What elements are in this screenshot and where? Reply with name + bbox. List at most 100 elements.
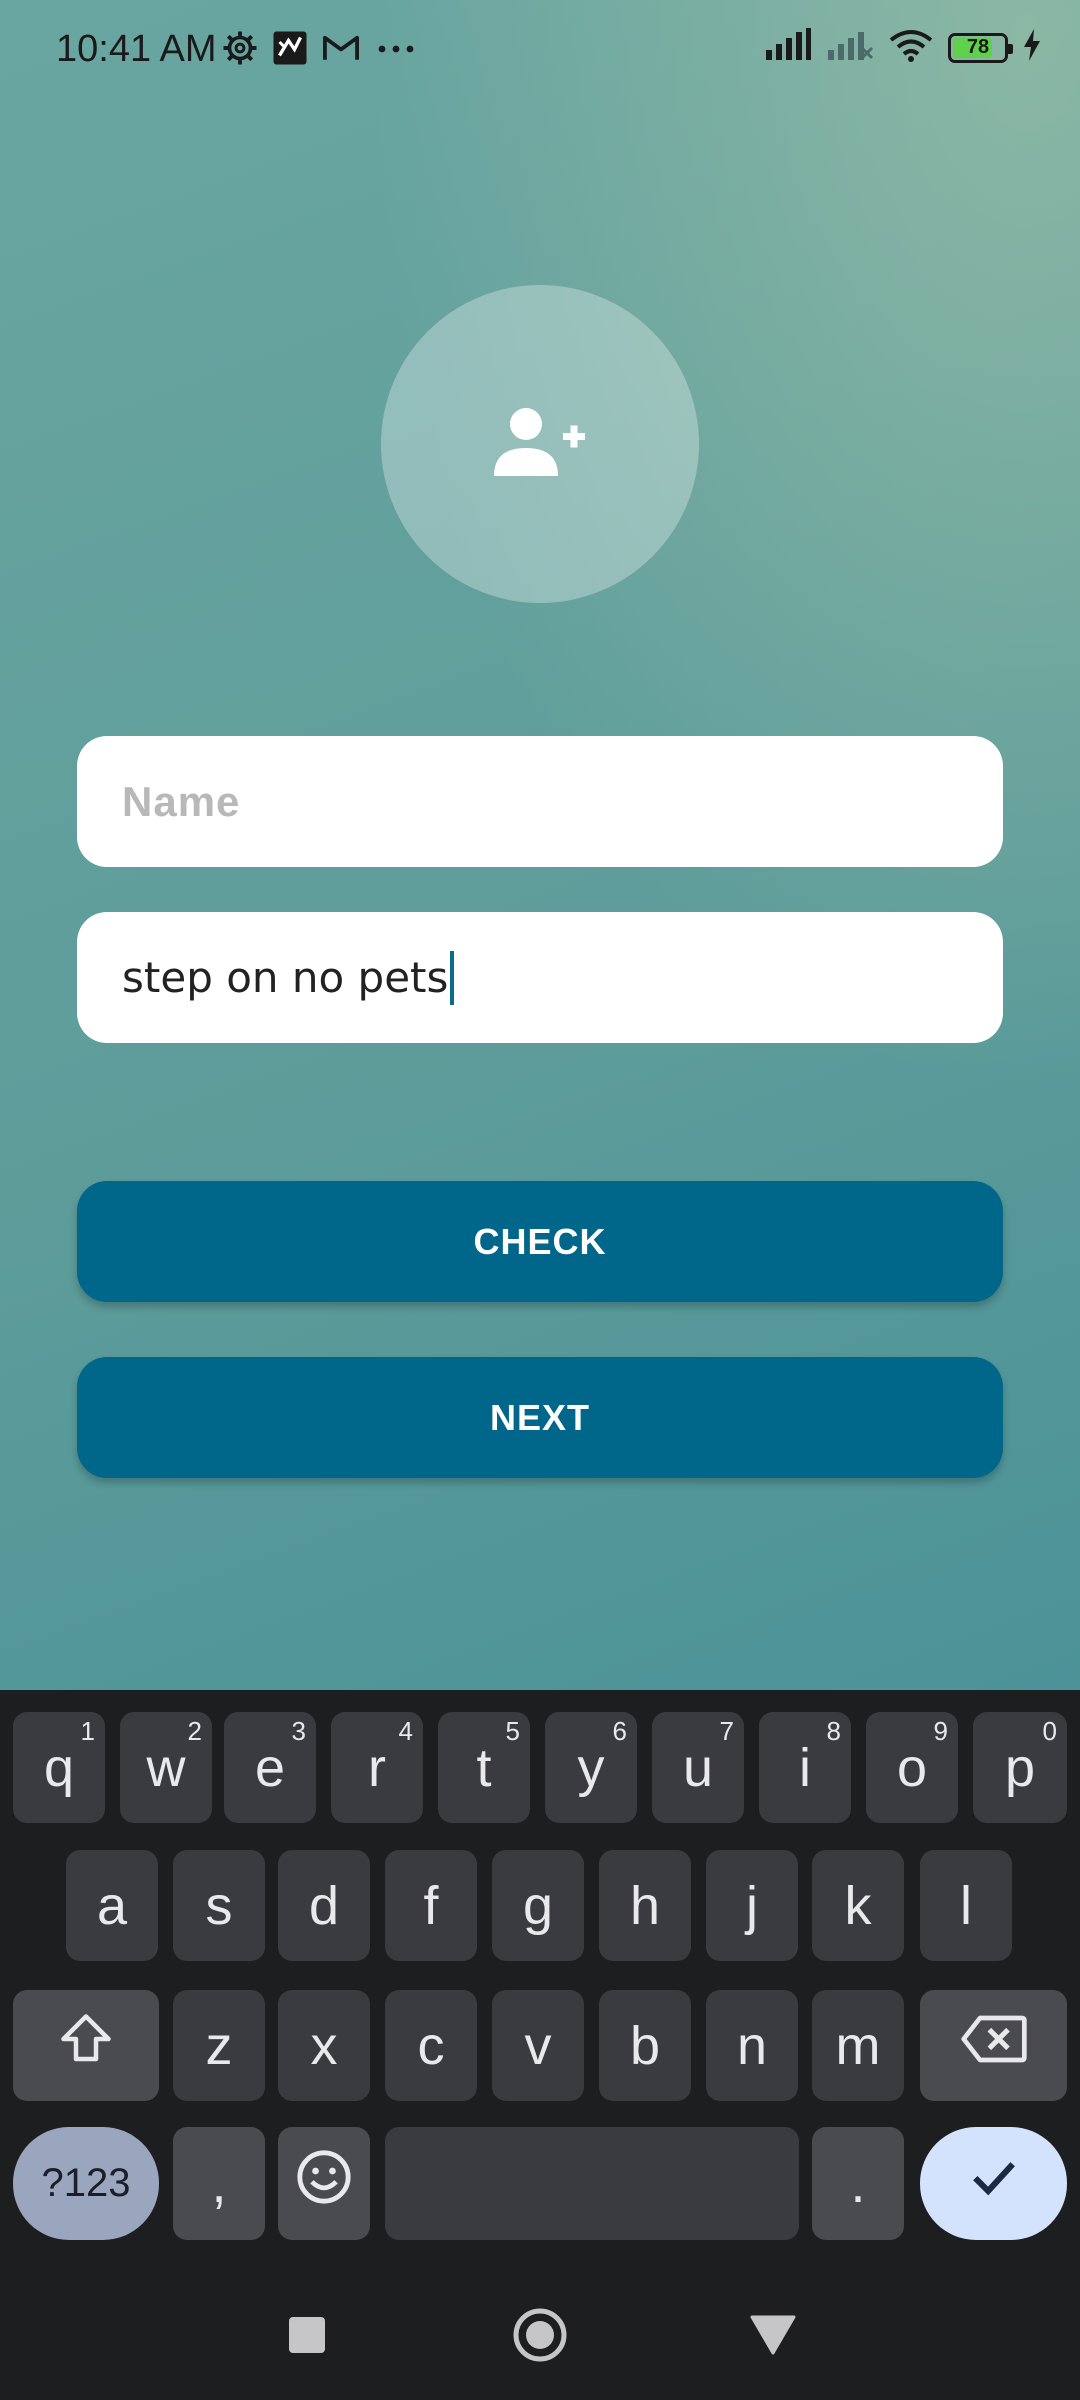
key-label: p [1004, 1737, 1036, 1798]
key-label: f [423, 1875, 439, 1936]
signal-icon [764, 28, 812, 67]
shift-key[interactable] [13, 1990, 159, 2101]
key-label: k [844, 1875, 872, 1936]
key-q[interactable]: q1 [13, 1712, 105, 1823]
key-s[interactable]: s [173, 1850, 265, 1961]
key-k[interactable]: k [812, 1850, 904, 1961]
key-hint: 3 [291, 1716, 306, 1746]
key-label: c [417, 2015, 445, 2076]
key-label: . [850, 2153, 866, 2214]
key-label: x [310, 2015, 338, 2076]
key-w[interactable]: w2 [120, 1712, 212, 1823]
key-v[interactable]: v [492, 1990, 584, 2101]
key-o[interactable]: o9 [866, 1712, 958, 1823]
key-label: b [629, 2015, 661, 2076]
add-person-icon [492, 406, 588, 483]
key-x[interactable]: x [278, 1990, 370, 2101]
key-label: v [524, 2015, 552, 2076]
key-label: i [799, 1737, 811, 1798]
key-n[interactable]: n [706, 1990, 798, 2101]
key-e[interactable]: e3 [224, 1712, 316, 1823]
app-notification-icon [272, 30, 308, 71]
key-label: l [960, 1875, 972, 1936]
name-placeholder: Name [122, 777, 241, 825]
key-hint: 6 [612, 1716, 627, 1746]
status-bar: 10:41 AM 78 [0, 0, 1080, 104]
key-g[interactable]: g [492, 1850, 584, 1961]
key-c[interactable]: c [385, 1990, 477, 2101]
key-label: e [254, 1737, 286, 1798]
key-m[interactable]: m [812, 1990, 904, 2101]
home-circle-icon[interactable] [511, 2306, 569, 2369]
key-r[interactable]: r4 [331, 1712, 423, 1823]
key-label: u [682, 1737, 714, 1798]
emoji-icon [295, 2148, 353, 2219]
space-key[interactable] [385, 2127, 799, 2240]
key-label: q [43, 1737, 75, 1798]
key-label: m [835, 2015, 881, 2076]
key-label: n [736, 2015, 768, 2076]
key-label: s [205, 1875, 233, 1936]
battery-level: 78 [966, 36, 990, 58]
status-time: 10:41 AM [56, 28, 217, 70]
signal-no-service-icon [826, 28, 874, 67]
key-u[interactable]: u7 [652, 1712, 744, 1823]
key-f[interactable]: f [385, 1850, 477, 1961]
key-label: d [308, 1875, 340, 1936]
status-icons-right: 78 [764, 28, 1042, 67]
key-hint: 7 [719, 1716, 734, 1746]
next-button[interactable]: NEXT [77, 1357, 1003, 1478]
text-cursor [450, 950, 455, 1005]
key-label: g [522, 1875, 554, 1936]
key-label: ?123 [41, 2161, 131, 2205]
symbols-key[interactable]: ?123 [13, 2127, 159, 2240]
back-triangle-icon[interactable] [750, 2315, 796, 2360]
key-label: o [896, 1737, 928, 1798]
key-a[interactable]: a [66, 1850, 158, 1961]
shift-icon [56, 2009, 116, 2082]
text-field[interactable]: step on no pets [77, 912, 1003, 1043]
navigation-bar [0, 2280, 1080, 2400]
key-i[interactable]: i8 [759, 1712, 851, 1823]
key-p[interactable]: p0 [973, 1712, 1067, 1823]
text-field-value: step on no pets [122, 953, 449, 1002]
key-hint: 9 [933, 1716, 948, 1746]
enter-key[interactable] [920, 2127, 1067, 2240]
key-hint: 2 [187, 1716, 202, 1746]
emoji-key[interactable] [278, 2127, 370, 2240]
battery-icon: 78 [948, 32, 1013, 63]
key-h[interactable]: h [599, 1850, 691, 1961]
key-hint: 0 [1042, 1716, 1057, 1746]
key-y[interactable]: y6 [545, 1712, 637, 1823]
period-key[interactable]: . [812, 2127, 904, 2240]
key-label: z [205, 2015, 233, 2076]
check-button[interactable]: CHECK [77, 1181, 1003, 1302]
key-d[interactable]: d [278, 1850, 370, 1961]
checkmark-icon [966, 2149, 1022, 2218]
key-j[interactable]: j [706, 1850, 798, 1961]
backspace-key[interactable] [920, 1990, 1067, 2101]
key-label: j [746, 1875, 758, 1936]
recents-square-icon[interactable] [287, 2315, 327, 2360]
add-contact-avatar-button[interactable] [381, 285, 699, 603]
key-label: r [368, 1737, 386, 1798]
gmail-icon [322, 32, 360, 69]
key-label: a [96, 1875, 128, 1936]
backspace-icon [959, 2013, 1029, 2078]
charging-icon [1022, 28, 1042, 67]
key-b[interactable]: b [599, 1990, 691, 2101]
key-label: , [211, 2153, 227, 2214]
key-hint: 1 [80, 1716, 95, 1746]
key-label: t [476, 1737, 492, 1798]
wifi-icon [888, 28, 934, 67]
comma-key[interactable]: , [173, 2127, 265, 2240]
key-label: h [629, 1875, 661, 1936]
check-button-label: CHECK [473, 1220, 607, 1262]
key-t[interactable]: t5 [438, 1712, 530, 1823]
key-l[interactable]: l [920, 1850, 1012, 1961]
key-z[interactable]: z [173, 1990, 265, 2101]
settings-gear-icon [222, 30, 258, 71]
more-dots-icon [374, 42, 418, 60]
name-field[interactable]: Name [77, 736, 1003, 867]
key-label: y [577, 1737, 605, 1798]
